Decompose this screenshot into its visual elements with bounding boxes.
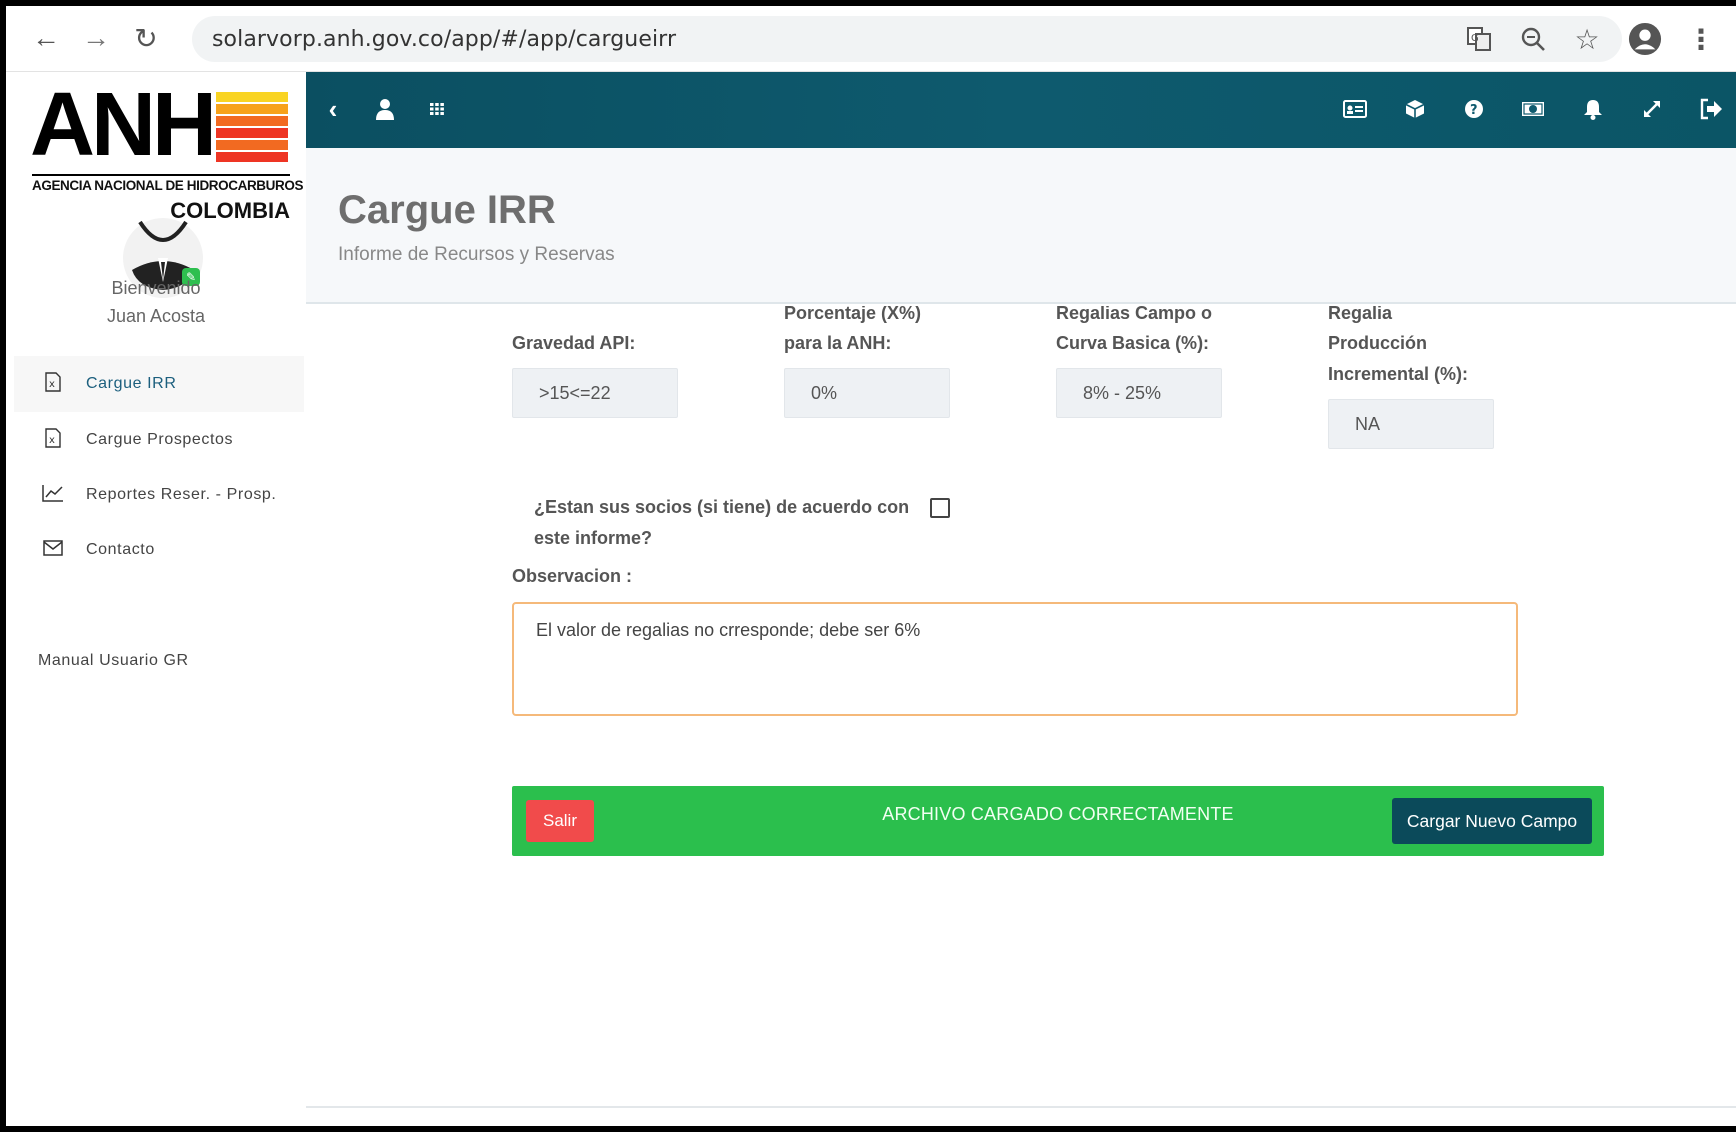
sidebar-item-contacto[interactable]: Contacto — [14, 522, 304, 578]
logo-agency-name: AGENCIA NACIONAL DE HIDROCARBUROS — [32, 174, 303, 193]
app-topbar: ‹ ? — [306, 72, 1736, 148]
sidebar-item-label: Reportes Reser. - Prosp. — [86, 486, 277, 503]
line-chart-icon — [42, 484, 64, 507]
sidebar-item-reportes[interactable]: Reportes Reser. - Prosp. — [14, 467, 304, 523]
logo-stripes — [216, 92, 288, 162]
logout-icon[interactable] — [1696, 94, 1726, 124]
id-card-icon[interactable] — [1340, 94, 1370, 124]
url-text[interactable]: solarvorp.anh.gov.co/app/#/app/cargueirr — [212, 27, 676, 52]
back-arrow-icon[interactable]: ← — [28, 20, 64, 56]
sidebar-item-cargue-irr[interactable]: x Cargue IRR — [14, 356, 304, 412]
stripe — [216, 92, 288, 102]
money-icon[interactable] — [1518, 94, 1548, 124]
envelope-icon — [42, 539, 64, 561]
sidebar-item-label: Cargue Prospectos — [86, 431, 234, 448]
grid-menu-icon[interactable] — [422, 94, 452, 124]
socios-agree-checkbox[interactable] — [930, 498, 950, 518]
screen-frame-bottom — [0, 1128, 1736, 1132]
collapse-sidebar-icon[interactable]: ‹ — [318, 94, 348, 124]
user-icon[interactable] — [370, 94, 400, 124]
sidebar-item-cargue-prospectos[interactable]: x Cargue Prospectos — [14, 412, 304, 468]
salir-button[interactable]: Salir — [526, 800, 594, 842]
stripe — [216, 152, 288, 162]
sidebar-item-manual[interactable]: Manual Usuario GR — [38, 652, 189, 670]
svg-text:x: x — [49, 435, 56, 446]
browser-menu-icon[interactable]: ⋮ — [1684, 22, 1718, 56]
bookmark-star-icon[interactable]: ☆ — [1570, 22, 1604, 56]
address-bar[interactable]: solarvorp.anh.gov.co/app/#/app/cargueirr — [192, 16, 1622, 62]
regalia-incremental-field[interactable]: NA — [1328, 399, 1494, 449]
porcentaje-anh-label-line1: Porcentaje (X%) — [784, 306, 922, 323]
user-name: Juan Acosta — [106, 306, 206, 326]
sidebar: ANH AGENCIA NACIONAL DE HIDROCARBUROS CO… — [6, 72, 306, 1128]
svg-text:x: x — [49, 379, 56, 390]
sidebar-item-label: Contacto — [86, 541, 155, 558]
browser-toolbar: ← → ↻ solarvorp.anh.gov.co/app/#/app/car… — [6, 6, 1736, 72]
logo-brand: ANH — [30, 75, 217, 175]
help-glyph: ? — [1470, 103, 1478, 118]
profile-avatar-icon[interactable] — [1628, 22, 1662, 56]
welcome-text: Bienvenido — [111, 278, 201, 298]
cargar-nuevo-campo-button[interactable]: Cargar Nuevo Campo — [1392, 798, 1592, 844]
file-excel-icon: x — [42, 371, 64, 397]
gravedad-api-field[interactable]: >15<=22 — [512, 368, 678, 418]
regalias-campo-label-line2: Curva Basica (%): — [1056, 333, 1210, 353]
translate-glyph: G — [1471, 33, 1479, 44]
stripe — [216, 104, 288, 114]
success-banner: ARCHIVO CARGADO CORRECTAMENTE Salir Carg… — [512, 786, 1604, 856]
regalias-campo-field[interactable]: 8% - 25% — [1056, 368, 1222, 418]
regalias-campo-label-line1: Regalias Campo o — [1056, 306, 1213, 323]
footer-divider — [306, 1106, 1736, 1108]
porcentaje-anh-label-line2: para la ANH: — [784, 333, 892, 353]
page-title: Cargue IRR — [338, 188, 556, 232]
observacion-textarea[interactable]: El valor de regalias no crresponde; debe… — [512, 602, 1518, 716]
zoom-icon[interactable] — [1516, 22, 1550, 56]
help-icon[interactable]: ? — [1459, 94, 1489, 124]
bell-icon[interactable] — [1578, 94, 1608, 124]
translate-icon[interactable]: G — [1462, 22, 1496, 56]
regalia-incremental-label-line3: Incremental (%): — [1328, 364, 1469, 384]
forward-arrow-icon[interactable]: → — [78, 20, 114, 56]
sidebar-item-label: Cargue IRR — [86, 375, 177, 392]
fullscreen-icon[interactable] — [1637, 94, 1667, 124]
reload-icon[interactable]: ↻ — [128, 20, 164, 56]
regalia-incremental-label-line1: Regalia — [1328, 306, 1393, 323]
stripe — [216, 128, 288, 138]
page-subtitle: Informe de Recursos y Reservas — [338, 244, 615, 265]
socios-question: ¿Estan sus socios (si tiene) de acuerdo … — [534, 497, 910, 548]
anh-logo: ANH AGENCIA NACIONAL DE HIDROCARBUROS CO… — [30, 80, 303, 223]
regalia-incremental-label-line2: Producción — [1328, 333, 1428, 353]
gravedad-api-label: Gravedad API: — [512, 333, 636, 353]
page-header: Cargue IRR Informe de Recursos y Reserva… — [306, 148, 1736, 304]
stripe — [216, 116, 288, 126]
observacion-label: Observacion : — [512, 566, 633, 586]
porcentaje-anh-field[interactable]: 0% — [784, 368, 950, 418]
file-excel-icon: x — [42, 427, 64, 453]
cube-icon[interactable] — [1400, 94, 1430, 124]
stripe — [216, 140, 288, 150]
